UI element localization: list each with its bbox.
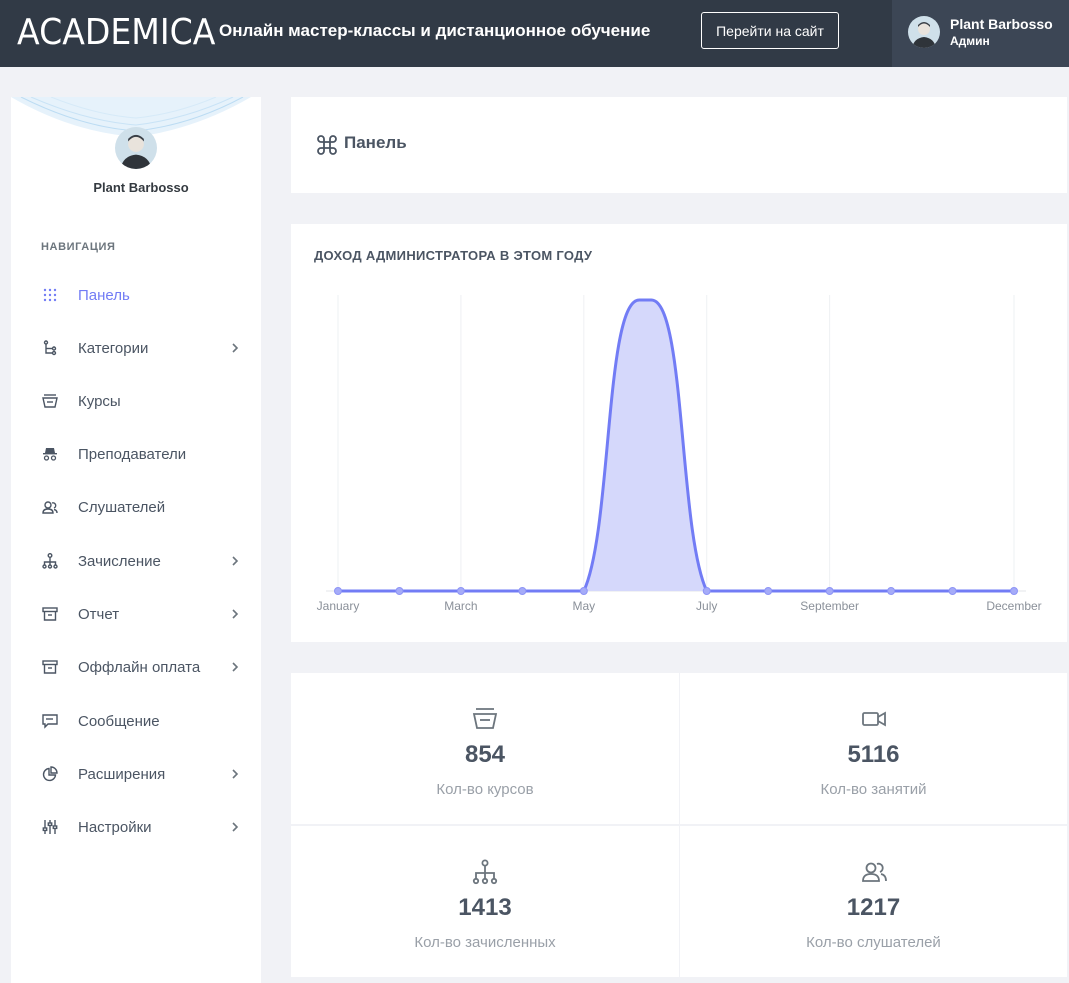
- revenue-chart-card: ДОХОД АДМИНИСТРАТОРА В ЭТОМ ГОДУ January…: [291, 224, 1067, 642]
- revenue-chart: January March May July September December: [317, 295, 1042, 613]
- sidebar: Plant Barbosso НАВИГАЦИЯ Панель Категори…: [11, 97, 261, 983]
- top-navbar: ACADEMICA Онлайн мастер-классы и дистанц…: [0, 0, 1069, 67]
- stat-label: Кол-во зачисленных: [414, 934, 556, 951]
- sidebar-item-label: Расширения: [78, 765, 166, 783]
- data-point: [825, 587, 834, 595]
- x-tick-label: December: [986, 599, 1041, 613]
- dashboard-grid-icon: [41, 286, 59, 304]
- page-title: Панель: [344, 133, 407, 152]
- video-icon: [861, 711, 886, 727]
- stat-label: Кол-во курсов: [436, 781, 534, 798]
- site-tagline: Онлайн мастер-классы и дистанционное обу…: [219, 21, 651, 40]
- box-icon: [41, 658, 59, 676]
- stat-card-enrolled: 1413 Кол-во зачисленных: [291, 826, 679, 977]
- sliders-icon: [41, 818, 59, 836]
- data-point: [887, 587, 896, 595]
- sidebar-item-extensions[interactable]: Расширения: [41, 759, 241, 789]
- series-area: [338, 300, 1014, 591]
- stat-label: Кол-во занятий: [820, 781, 927, 798]
- user-role: Админ: [950, 34, 990, 48]
- sidebar-item-label: Оффлайн оплата: [78, 658, 201, 676]
- message-icon: [41, 712, 59, 730]
- page-header-card: Панель: [291, 97, 1067, 193]
- sidebar-item-label: Курсы: [78, 392, 121, 410]
- sidebar-avatar: [115, 127, 157, 169]
- chevron-right-icon: [232, 769, 239, 779]
- users-icon: [41, 498, 59, 516]
- sidebar-item-label: Категории: [78, 339, 149, 357]
- sidebar-item-messages[interactable]: Сообщение: [41, 706, 241, 736]
- data-point: [518, 587, 527, 595]
- data-point: [456, 587, 465, 595]
- stat-value: 1217: [846, 894, 901, 921]
- pie-icon: [41, 765, 59, 783]
- chevron-right-icon: [232, 609, 239, 619]
- sidebar-item-label: Настройки: [78, 818, 152, 836]
- data-point: [334, 587, 342, 595]
- archive-icon: [41, 392, 59, 410]
- chevron-right-icon: [232, 343, 239, 353]
- sidebar-user-name: Plant Barbosso: [93, 180, 189, 195]
- sidebar-item-courses[interactable]: Курсы: [41, 386, 241, 416]
- command-icon: [317, 135, 337, 155]
- tree-icon: [41, 339, 59, 357]
- x-tick-label: March: [444, 599, 477, 613]
- stat-card-students: 1217 Кол-во слушателей: [680, 826, 1067, 977]
- stat-value: 5116: [847, 741, 900, 768]
- sidebar-item-teachers[interactable]: Преподаватели: [41, 439, 241, 469]
- sidebar-item-label: Преподаватели: [78, 445, 187, 463]
- sidebar-item-label: Панель: [78, 286, 130, 304]
- sidebar-item-categories[interactable]: Категории: [41, 333, 241, 363]
- sidebar-item-students[interactable]: Слушателей: [41, 492, 241, 522]
- users-icon: [861, 862, 887, 882]
- stat-value: 854: [464, 741, 506, 768]
- sidebar-item-label: Сообщение: [78, 712, 160, 730]
- x-tick-label: May: [572, 599, 595, 613]
- sidebar-item-offline-payment[interactable]: Оффлайн оплата: [41, 652, 241, 682]
- stat-card-lessons: 5116 Кол-во занятий: [680, 673, 1067, 824]
- sidebar-item-enrollment[interactable]: Зачисление: [41, 546, 241, 576]
- sidebar-item-label: Отчет: [78, 605, 120, 623]
- chevron-right-icon: [232, 556, 239, 566]
- archive-icon: [472, 708, 498, 729]
- box-icon: [41, 605, 59, 623]
- data-point: [579, 587, 588, 595]
- sitemap-icon: [41, 552, 59, 570]
- x-tick-label: September: [800, 599, 859, 613]
- stat-value: 1413: [458, 894, 512, 921]
- avatar: [908, 16, 940, 48]
- sidebar-item-label: Зачисление: [78, 552, 161, 570]
- stat-label: Кол-во слушателей: [806, 934, 941, 951]
- data-point: [702, 587, 711, 595]
- chevron-right-icon: [232, 662, 239, 672]
- sitemap-icon: [472, 859, 498, 885]
- stat-card-courses: 854 Кол-во курсов: [291, 673, 679, 824]
- chevron-right-icon: [232, 822, 239, 832]
- incognito-icon: [41, 445, 59, 463]
- sidebar-item-dashboard[interactable]: Панель: [41, 280, 241, 310]
- visit-site-button[interactable]: Перейти на сайт: [701, 12, 839, 49]
- x-tick-label: January: [317, 599, 360, 613]
- data-point: [395, 587, 404, 595]
- data-point: [1010, 587, 1018, 595]
- data-point: [764, 587, 773, 595]
- x-tick-label: July: [696, 599, 717, 613]
- user-name: Plant Barbosso: [950, 16, 1053, 32]
- sidebar-item-report[interactable]: Отчет: [41, 599, 241, 629]
- sidebar-item-settings[interactable]: Настройки: [41, 812, 241, 842]
- nav-heading: НАВИГАЦИЯ: [41, 241, 116, 253]
- user-menu[interactable]: Plant Barbosso Админ: [892, 0, 1069, 67]
- sidebar-item-label: Слушателей: [78, 498, 166, 516]
- logo[interactable]: ACADEMICA: [17, 12, 215, 53]
- data-point: [948, 587, 957, 595]
